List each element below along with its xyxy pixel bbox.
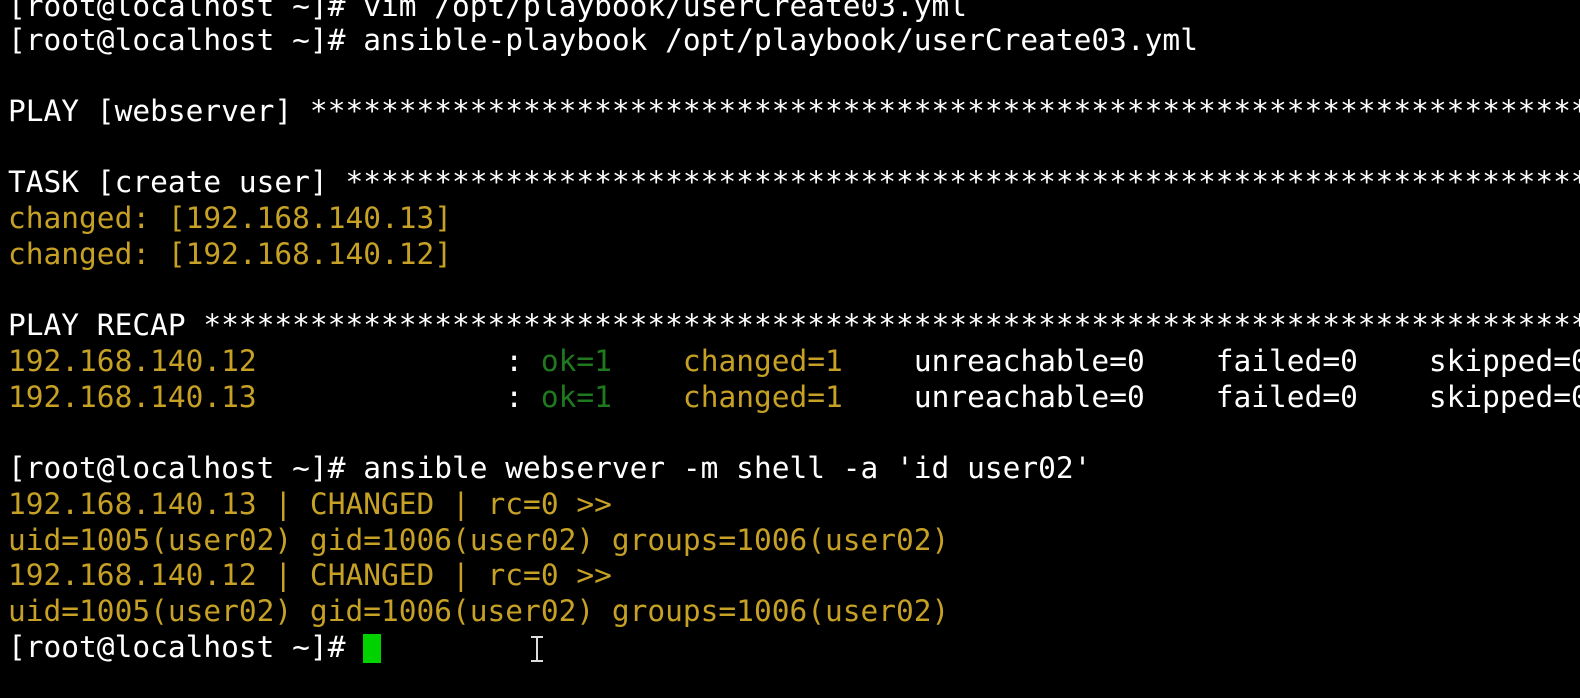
recap-row: 192.168.140.13 : ok=1 changed=1 unreacha… (8, 379, 1580, 415)
recap-ok-count: ok=1 (540, 344, 612, 378)
recap-row: 192.168.140.12 : ok=1 changed=1 unreacha… (8, 343, 1580, 379)
ibeam-mouse-pointer-icon (530, 636, 544, 662)
recap-colon: : (487, 344, 541, 378)
recap-host: 192.168.140.13 (8, 380, 488, 414)
shell-output-line: 192.168.140.13 | CHANGED | rc=0 >> (8, 487, 612, 521)
recap-ok-count: ok=1 (540, 380, 612, 414)
recap-host: 192.168.140.12 (8, 344, 488, 378)
text-cursor (363, 634, 382, 663)
recap-colon: : (487, 380, 541, 414)
task-result-line: changed: [192.168.140.12] (8, 237, 453, 271)
shell-prompt: [root@localhost ~]# (8, 630, 364, 664)
task-header-line: TASK [create user] *********************… (8, 165, 1580, 199)
shell-output-line: 192.168.140.12 | CHANGED | rc=0 >> (8, 558, 612, 592)
play-header-line: PLAY [webserver] ***********************… (8, 94, 1580, 128)
task-result-line: changed: [192.168.140.13] (8, 201, 453, 235)
final-prompt-line[interactable]: [root@localhost ~]# (8, 629, 382, 665)
terminal-window[interactable]: [root@localhost ~]# vim /opt/playbook/us… (0, 0, 1580, 698)
recap-other-counts: unreachable=0 failed=0 skipped=0 rescued… (913, 380, 1580, 414)
recap-changed-count: changed=1 (611, 344, 914, 378)
previous-command-line: [root@localhost ~]# vim /opt/playbook/us… (8, 0, 968, 23)
ansible-playbook-command-line: [root@localhost ~]# ansible-playbook /op… (8, 23, 1198, 57)
recap-changed-count: changed=1 (611, 380, 914, 414)
shell-output-line: uid=1005(user02) gid=1006(user02) groups… (8, 523, 950, 557)
ansible-shell-command-line: [root@localhost ~]# ansible webserver -m… (8, 451, 1092, 485)
play-recap-header-line: PLAY RECAP *****************************… (8, 308, 1580, 342)
shell-output-line: uid=1005(user02) gid=1006(user02) groups… (8, 594, 950, 628)
recap-other-counts: unreachable=0 failed=0 skipped=0 rescued… (913, 344, 1580, 378)
